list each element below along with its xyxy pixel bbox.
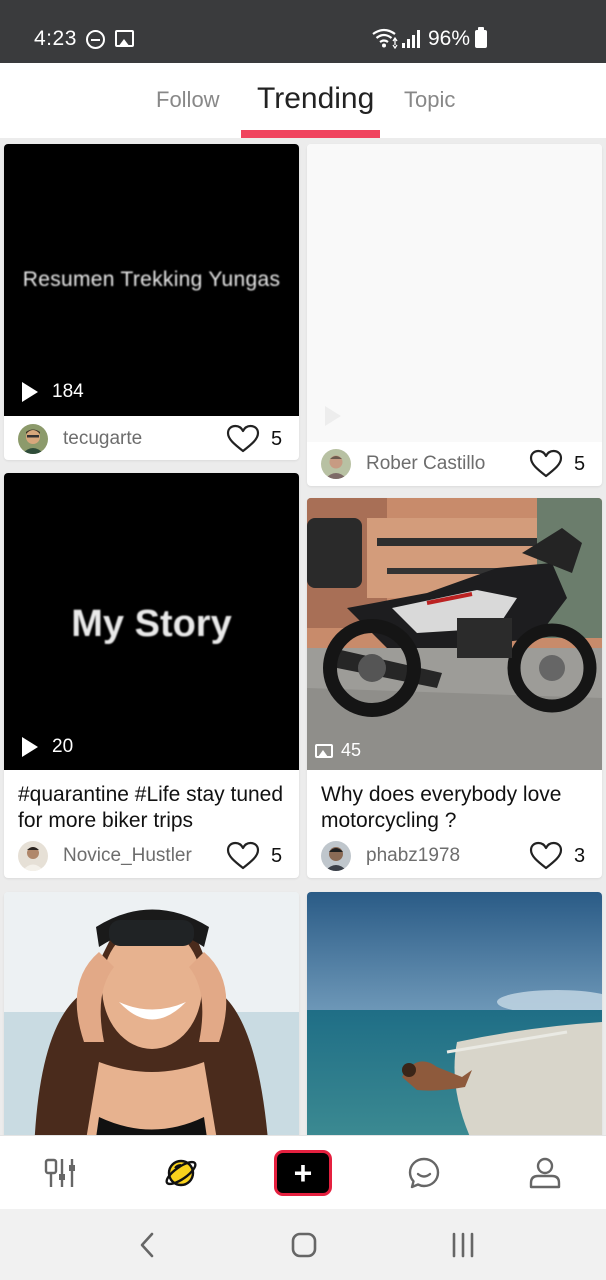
avatar[interactable]	[321, 449, 351, 479]
beach-portrait-photo	[4, 892, 299, 1135]
username[interactable]: phabz1978	[366, 845, 529, 867]
like-count: 5	[271, 427, 283, 450]
status-bar: 4:23 96%	[0, 0, 606, 63]
add-post-button[interactable]: +	[274, 1150, 332, 1196]
view-count	[325, 406, 355, 426]
avatar[interactable]	[18, 424, 48, 454]
post-meta: Rober Castillo 5	[321, 447, 590, 481]
tab-follow[interactable]: Follow	[156, 87, 220, 113]
view-count: 184	[22, 381, 84, 403]
system-navigation-bar	[0, 1209, 606, 1280]
image-count: 45	[315, 740, 361, 761]
post-video-thumbnail[interactable]	[307, 144, 602, 442]
feed-tab-bar: Follow Trending Topic	[0, 63, 606, 138]
post-video-thumbnail[interactable]: My Story 20	[4, 473, 299, 770]
add-post-icon: +	[293, 1155, 313, 1191]
tab-topic[interactable]: Topic	[404, 87, 455, 113]
heart-icon[interactable]	[226, 424, 260, 454]
post-meta: Novice_Hustler 5	[18, 839, 287, 873]
profile-icon	[529, 1157, 561, 1189]
signal-icon	[402, 30, 420, 48]
post-image-thumbnail[interactable]	[307, 892, 602, 1135]
post-card[interactable]	[307, 892, 602, 1135]
beach-photo	[307, 892, 602, 1135]
username[interactable]: Rober Castillo	[366, 453, 529, 475]
recents-icon[interactable]	[450, 1232, 476, 1258]
post-meta: tecugarte 5	[18, 422, 287, 456]
play-icon	[22, 382, 38, 402]
post-caption[interactable]: Why does everybody love motorcycling ?	[321, 782, 590, 834]
trending-feed[interactable]: Resumen Trekking Yungas 184 tecugarte 5	[0, 138, 606, 1135]
do-not-disturb-icon	[86, 30, 105, 49]
heart-icon[interactable]	[529, 449, 563, 479]
image-count-value: 45	[341, 740, 362, 760]
post-caption[interactable]: #quarantine #Life stay tuned for more bi…	[18, 782, 287, 834]
post-card[interactable]: Rober Castillo 5	[307, 144, 602, 486]
post-card[interactable]: My Story 20 #quarantine #Life stay tuned…	[4, 473, 299, 878]
back-icon[interactable]	[138, 1232, 156, 1258]
play-icon	[22, 737, 38, 757]
post-image-thumbnail[interactable]	[4, 892, 299, 1135]
video-overlay-title: My Story	[71, 603, 232, 645]
post-video-thumbnail[interactable]: Resumen Trekking Yungas 184	[4, 144, 299, 416]
nav-tools[interactable]	[30, 1136, 92, 1210]
gallery-icon	[115, 30, 134, 47]
view-count-value: 20	[52, 736, 74, 757]
nav-discover[interactable]	[150, 1136, 212, 1210]
planet-icon	[165, 1159, 197, 1187]
heart-icon[interactable]	[529, 841, 563, 871]
heart-icon[interactable]	[226, 841, 260, 871]
view-count: 20	[22, 736, 73, 758]
nav-add-post[interactable]: +	[272, 1136, 334, 1210]
post-image-thumbnail[interactable]: 45	[307, 498, 602, 770]
username[interactable]: Novice_Hustler	[63, 845, 226, 867]
bottom-navigation: +	[0, 1135, 606, 1209]
status-time: 4:23	[34, 27, 77, 50]
play-icon	[325, 406, 341, 426]
post-card[interactable]	[4, 892, 299, 1135]
motorcycle-photo	[307, 498, 602, 770]
battery-percent: 96%	[428, 27, 471, 50]
battery-icon	[475, 27, 487, 48]
post-card[interactable]: 45 Why does everybody love motorcycling …	[307, 498, 602, 878]
wifi-icon	[372, 28, 398, 49]
like-count: 5	[271, 844, 283, 867]
tools-icon	[44, 1158, 75, 1187]
nav-profile[interactable]	[514, 1136, 576, 1210]
image-icon	[315, 743, 333, 758]
active-tab-indicator	[241, 130, 380, 138]
video-overlay-title: Resumen Trekking Yungas	[22, 268, 281, 291]
nav-messages[interactable]	[393, 1136, 455, 1210]
username[interactable]: tecugarte	[63, 428, 226, 450]
home-icon[interactable]	[291, 1232, 317, 1258]
view-count-value: 184	[52, 381, 84, 402]
avatar[interactable]	[18, 841, 48, 871]
tab-trending[interactable]: Trending	[257, 82, 374, 116]
chat-icon	[408, 1157, 440, 1189]
avatar[interactable]	[321, 841, 351, 871]
like-count: 5	[574, 452, 586, 475]
like-count: 3	[574, 844, 586, 867]
post-card[interactable]: Resumen Trekking Yungas 184 tecugarte 5	[4, 144, 299, 460]
post-meta: phabz1978 3	[321, 839, 590, 873]
